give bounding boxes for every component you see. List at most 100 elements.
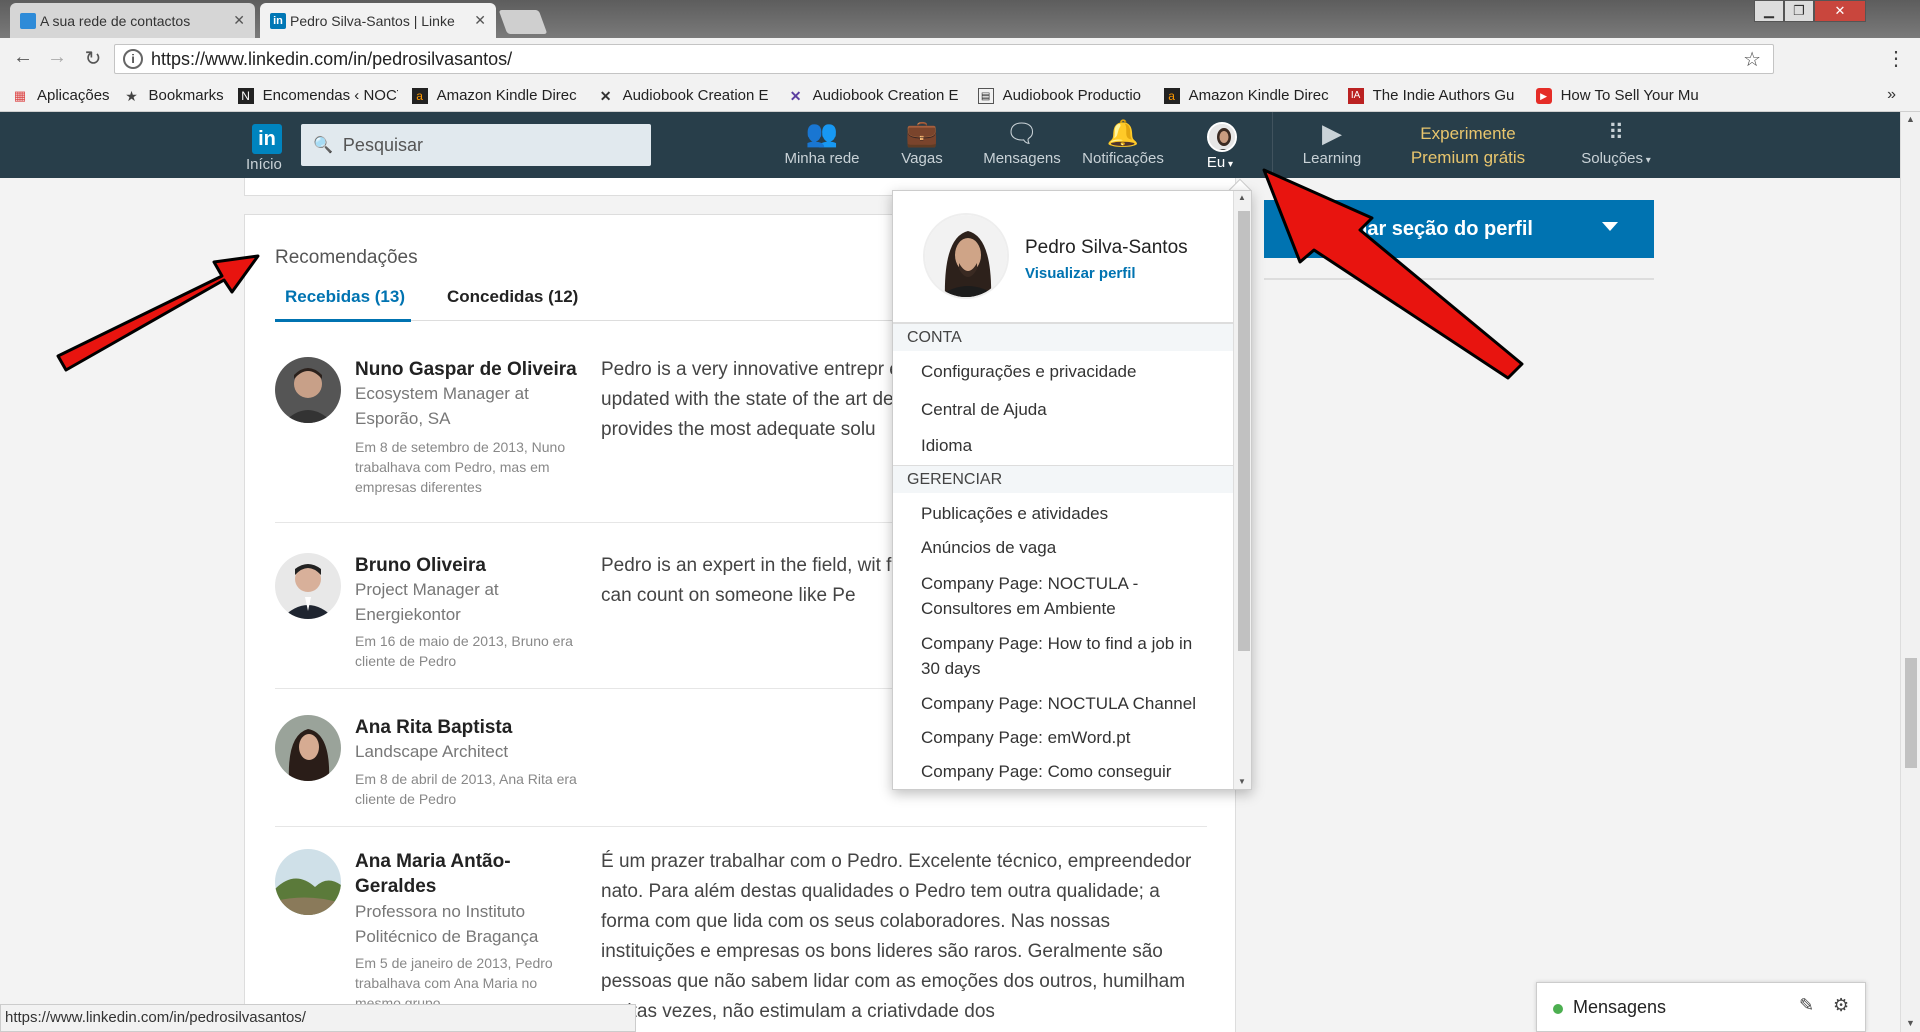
back-arrow-icon[interactable]: ←	[10, 46, 36, 69]
page-scrollbar[interactable]: ▲ ▼	[1900, 112, 1920, 1032]
linkedin-logo-icon[interactable]: in	[252, 124, 282, 154]
nav-minha-rede[interactable]: 👥 Minha rede	[784, 116, 860, 167]
bookmark-item[interactable]: ✕ Audiobook Creation E	[788, 87, 964, 104]
menu-item-job-posts[interactable]: Anúncios de vaga	[921, 535, 1221, 560]
bookmark-label: Aplicações	[37, 87, 110, 104]
avatar[interactable]	[275, 849, 341, 915]
search-input[interactable]	[342, 134, 623, 156]
nav-label: Mensagens	[983, 150, 1061, 167]
recommender-name[interactable]: Bruno Oliveira	[355, 553, 585, 578]
linkedin-favicon-icon: in	[270, 13, 286, 29]
bookmark-label: Audiobook Creation E	[812, 87, 959, 104]
avatar-icon[interactable]	[1207, 122, 1237, 152]
add-profile-section-button[interactable]: Adicionar seção do perfil	[1264, 200, 1654, 258]
nav-vagas[interactable]: 💼 Vagas	[892, 116, 952, 167]
recommender-role: Project Manager at Energiekontor	[355, 580, 499, 624]
premium-line: Premium grátis	[1410, 148, 1526, 167]
caret-down-icon	[1602, 222, 1618, 231]
grid-icon: ⠿	[1607, 120, 1625, 145]
scroll-up-icon[interactable]: ▲	[1238, 193, 1246, 202]
new-tab-button[interactable]	[498, 10, 548, 34]
reload-icon[interactable]: ↻	[80, 46, 106, 71]
recommender-name[interactable]: Ana Rita Baptista	[355, 715, 585, 740]
tab-received[interactable]: Recebidas (13)	[285, 287, 405, 307]
bookmark-item[interactable]: N Encomendas ‹ NOCTU	[237, 87, 398, 104]
bookmark-label: Bookmarks	[148, 87, 224, 104]
tab-given[interactable]: Concedidas (12)	[447, 287, 578, 307]
menu-item-help[interactable]: Central de Ajuda	[921, 397, 1221, 422]
menu-item-company-page[interactable]: Company Page: How to find a job in 30 da…	[921, 631, 1211, 681]
bookmark-label: Audiobook Creation E	[622, 87, 769, 104]
search-icon: 🔍	[313, 137, 333, 154]
scroll-up-icon[interactable]: ▲	[1906, 114, 1915, 124]
recommender-name[interactable]: Ana Maria Antão-Geraldes	[355, 849, 555, 899]
address-bar[interactable]: i https://www.linkedin.com/in/pedrosilva…	[114, 44, 1774, 74]
bookmark-star-icon[interactable]: ☆	[1743, 47, 1761, 72]
bookmark-item[interactable]: ▤ Audiobook Productio	[977, 87, 1150, 104]
scroll-down-icon[interactable]: ▼	[1238, 777, 1246, 786]
recommender-role: Professora no Instituto Politécnico de B…	[355, 902, 539, 946]
recommender-name[interactable]: Nuno Gaspar de Oliveira	[355, 357, 585, 382]
nav-notificacoes[interactable]: 🔔 Notificações	[1078, 116, 1168, 167]
minimize-icon[interactable]: ▁	[1754, 0, 1784, 22]
close-tab-icon[interactable]: ✕	[233, 12, 245, 29]
linkedin-tab-favicon-icon	[20, 13, 36, 29]
avatar[interactable]	[923, 213, 1009, 299]
menu-item-posts[interactable]: Publicações e atividades	[921, 501, 1221, 526]
browser-toolbar: ← → ↻ i https://www.linkedin.com/in/pedr…	[0, 38, 1920, 80]
messaging-bar[interactable]: Mensagens ✎ ⚙	[1536, 982, 1866, 1032]
view-profile-link[interactable]: Visualizar perfil	[1025, 265, 1136, 282]
active-tab-indicator	[275, 319, 411, 322]
menu-item-company-page[interactable]: Company Page: Como conseguir	[921, 759, 1221, 784]
bookmark-item[interactable]: ★ Bookmarks	[124, 87, 224, 104]
section-header-manage: GERENCIAR	[893, 465, 1233, 493]
bookmark-label: How To Sell Your Mu	[1560, 87, 1699, 104]
close-tab-icon[interactable]: ✕	[474, 12, 486, 29]
nav-solucoes[interactable]: ⠿ Soluções ▾	[1576, 116, 1656, 167]
recommendation-text: É um prazer trabalhar com o Pedro. Excel…	[601, 851, 1192, 1022]
browser-tab[interactable]: A sua rede de contactos ✕	[10, 3, 255, 38]
nav-mensagens[interactable]: 🗨 Mensagens	[982, 116, 1062, 167]
nav-learning[interactable]: ▶ Learning	[1296, 116, 1368, 167]
browser-tab-active[interactable]: in Pedro Silva-Santos | Linke ✕	[260, 3, 496, 38]
rail-divider	[1264, 278, 1654, 280]
dropdown-scrollbar[interactable]: ▲ ▼	[1233, 191, 1251, 789]
avatar[interactable]	[275, 357, 341, 423]
browser-menu-icon[interactable]: ⋮	[1886, 46, 1906, 71]
dropdown-profile-header[interactable]: Pedro Silva-Santos Visualizar perfil	[893, 191, 1233, 323]
people-icon: 👥	[805, 118, 839, 148]
bookmark-item[interactable]: ▶ How To Sell Your Mu	[1535, 87, 1708, 104]
forward-arrow-icon[interactable]: →	[44, 46, 70, 69]
avatar[interactable]	[275, 715, 341, 781]
scrollbar-thumb[interactable]	[1905, 658, 1917, 768]
avatar[interactable]	[275, 553, 341, 619]
search-box[interactable]: 🔍	[301, 124, 651, 166]
menu-item-company-page[interactable]: Company Page: NOCTULA - Consultores em A…	[921, 571, 1181, 621]
bookmark-item[interactable]: a Amazon Kindle Direc	[1163, 87, 1334, 104]
bookmark-apps[interactable]: ▦ Aplicações	[12, 87, 110, 104]
more-bookmarks-icon[interactable]: »	[1887, 86, 1896, 104]
acx-icon: ✕	[789, 87, 802, 104]
iax-icon: IA	[1347, 87, 1364, 104]
menu-item-company-page[interactable]: Company Page: NOCTULA Channel	[921, 691, 1221, 716]
scroll-down-icon[interactable]: ▼	[1906, 1018, 1915, 1028]
nav-label: Notificações	[1082, 150, 1164, 167]
bookmark-item[interactable]: IA The Indie Authors Gu	[1347, 87, 1522, 104]
gear-icon[interactable]: ⚙	[1833, 995, 1849, 1016]
scrollbar-thumb[interactable]	[1238, 211, 1250, 651]
recommender-role: Landscape Architect	[355, 742, 509, 761]
menu-item-company-page[interactable]: Company Page: emWord.pt	[921, 725, 1221, 750]
premium-link[interactable]: Experimente Premium grátis	[1398, 122, 1538, 170]
menu-item-settings[interactable]: Configurações e privacidade	[921, 359, 1221, 384]
bookmark-item[interactable]: ✕ Audiobook Creation E	[598, 87, 774, 104]
site-info-icon[interactable]: i	[123, 49, 143, 69]
maximize-icon[interactable]: ❐	[1784, 0, 1814, 22]
bookmark-label: Audiobook Productio	[1002, 87, 1142, 104]
close-window-icon[interactable]: ✕	[1814, 0, 1866, 22]
nav-eu[interactable]: Eu ▾	[1200, 154, 1240, 171]
menu-item-language[interactable]: Idioma	[921, 433, 1221, 458]
compose-icon[interactable]: ✎	[1799, 995, 1814, 1016]
nav-label: Soluções	[1581, 150, 1643, 167]
nav-home-label[interactable]: Início	[246, 156, 282, 173]
bookmark-item[interactable]: a Amazon Kindle Direc	[411, 87, 584, 104]
